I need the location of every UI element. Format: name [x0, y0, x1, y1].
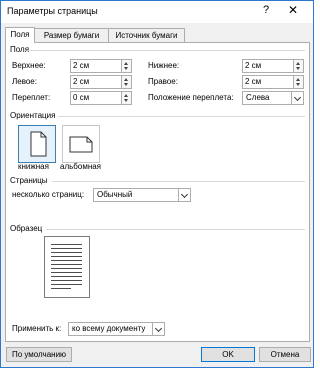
spin-down-icon — [124, 83, 128, 86]
top-margin-label: Верхнее: — [12, 61, 46, 70]
spin-up-icon — [124, 78, 128, 81]
gutter-position-dropdown[interactable] — [291, 92, 303, 104]
gutter-position-label: Положение переплета: — [148, 93, 234, 102]
ok-button[interactable]: OK — [201, 347, 255, 362]
spin-up-icon — [296, 78, 300, 81]
apply-to-label: Применить к: — [12, 324, 62, 333]
chevron-down-icon — [180, 190, 189, 199]
tab-margins[interactable]: Поля — [5, 27, 35, 43]
multiple-pages-label: несколько страниц: — [12, 190, 85, 199]
tab-panel-margins: Поля Верхнее: 2 см Нижнее: 2 см Левое: 2… — [5, 42, 310, 342]
spin-down-icon — [124, 99, 128, 102]
spin-down-icon — [296, 67, 300, 70]
bottom-margin-label: Нижнее: — [148, 61, 180, 70]
right-margin-spinner[interactable]: 2 см — [242, 75, 304, 89]
spin-up-icon — [296, 62, 300, 65]
gutter-position-value: Слева — [246, 93, 270, 102]
right-margin-value: 2 см — [245, 77, 262, 86]
gutter-position-select[interactable]: Слева — [242, 91, 304, 105]
bottom-margin-value: 2 см — [245, 61, 262, 70]
gutter-spinner[interactable]: 0 см — [70, 91, 132, 105]
left-margin-spinner[interactable]: 2 см — [70, 75, 132, 89]
preview-line — [51, 252, 82, 253]
right-margin-label: Правое: — [148, 77, 178, 86]
bottom-margin-arrows[interactable] — [293, 60, 303, 72]
page-setup-dialog: Параметры страницы ? ✕ Поля Размер бумаг… — [0, 0, 314, 368]
orientation-section-title: Ориентация — [10, 111, 56, 120]
landscape-button[interactable] — [62, 125, 100, 163]
help-button[interactable]: ? — [263, 4, 269, 16]
preview-line — [51, 264, 82, 265]
top-margin-value: 2 см — [73, 61, 90, 70]
margins-divider — [28, 50, 305, 51]
landscape-icon — [69, 136, 93, 153]
chevron-down-icon — [154, 324, 163, 333]
portrait-icon — [30, 131, 47, 157]
pages-divider — [52, 181, 305, 182]
multiple-pages-value: Обычный — [97, 190, 133, 199]
preview-line — [51, 268, 82, 269]
right-margin-arrows[interactable] — [293, 76, 303, 88]
preview-line — [51, 280, 82, 281]
spin-up-icon — [124, 62, 128, 65]
tab-paper-size[interactable]: Размер бумаги — [34, 28, 109, 43]
cancel-button[interactable]: Отмена — [259, 347, 311, 362]
default-button[interactable]: По умолчанию — [6, 347, 72, 362]
title-bar: Параметры страницы ? ✕ — [1, 1, 313, 23]
spin-up-icon — [124, 94, 128, 97]
spin-down-icon — [124, 67, 128, 70]
close-button[interactable]: ✕ — [288, 3, 298, 17]
preview-line — [51, 256, 82, 257]
tab-paper-source[interactable]: Источник бумаги — [108, 28, 185, 43]
top-margin-spinner[interactable]: 2 см — [70, 59, 132, 73]
preview-page — [44, 236, 90, 298]
landscape-label: альбомная — [60, 162, 102, 171]
chevron-down-icon — [293, 93, 302, 102]
preview-section-title: Образец — [10, 224, 43, 233]
preview-line — [51, 288, 71, 289]
left-margin-value: 2 см — [73, 77, 90, 86]
dialog-title: Параметры страницы — [7, 6, 98, 16]
multiple-pages-select[interactable]: Обычный — [93, 188, 191, 202]
gutter-arrows[interactable] — [121, 92, 131, 104]
preview-line — [51, 244, 82, 245]
preview-line — [51, 284, 82, 285]
portrait-label: книжная — [18, 162, 49, 171]
spin-down-icon — [296, 83, 300, 86]
preview-line — [51, 248, 82, 249]
bottom-margin-spinner[interactable]: 2 см — [242, 59, 304, 73]
gutter-label: Переплет: — [12, 93, 51, 102]
left-margin-label: Левое: — [12, 77, 37, 86]
top-margin-arrows[interactable] — [121, 60, 131, 72]
apply-to-dropdown[interactable] — [152, 323, 164, 335]
preview-line — [51, 276, 82, 277]
pages-section-title: Страницы — [10, 176, 48, 185]
apply-to-value: ко всему документу — [72, 324, 146, 333]
orientation-divider — [58, 116, 305, 117]
portrait-button[interactable] — [18, 125, 56, 163]
margins-section-title: Поля — [10, 45, 30, 54]
multiple-pages-dropdown[interactable] — [178, 189, 190, 201]
preview-line — [51, 272, 82, 273]
left-margin-arrows[interactable] — [121, 76, 131, 88]
preview-divider — [46, 229, 305, 230]
preview-line — [51, 260, 82, 261]
gutter-value: 0 см — [73, 93, 90, 102]
apply-to-select[interactable]: ко всему документу — [68, 322, 165, 336]
